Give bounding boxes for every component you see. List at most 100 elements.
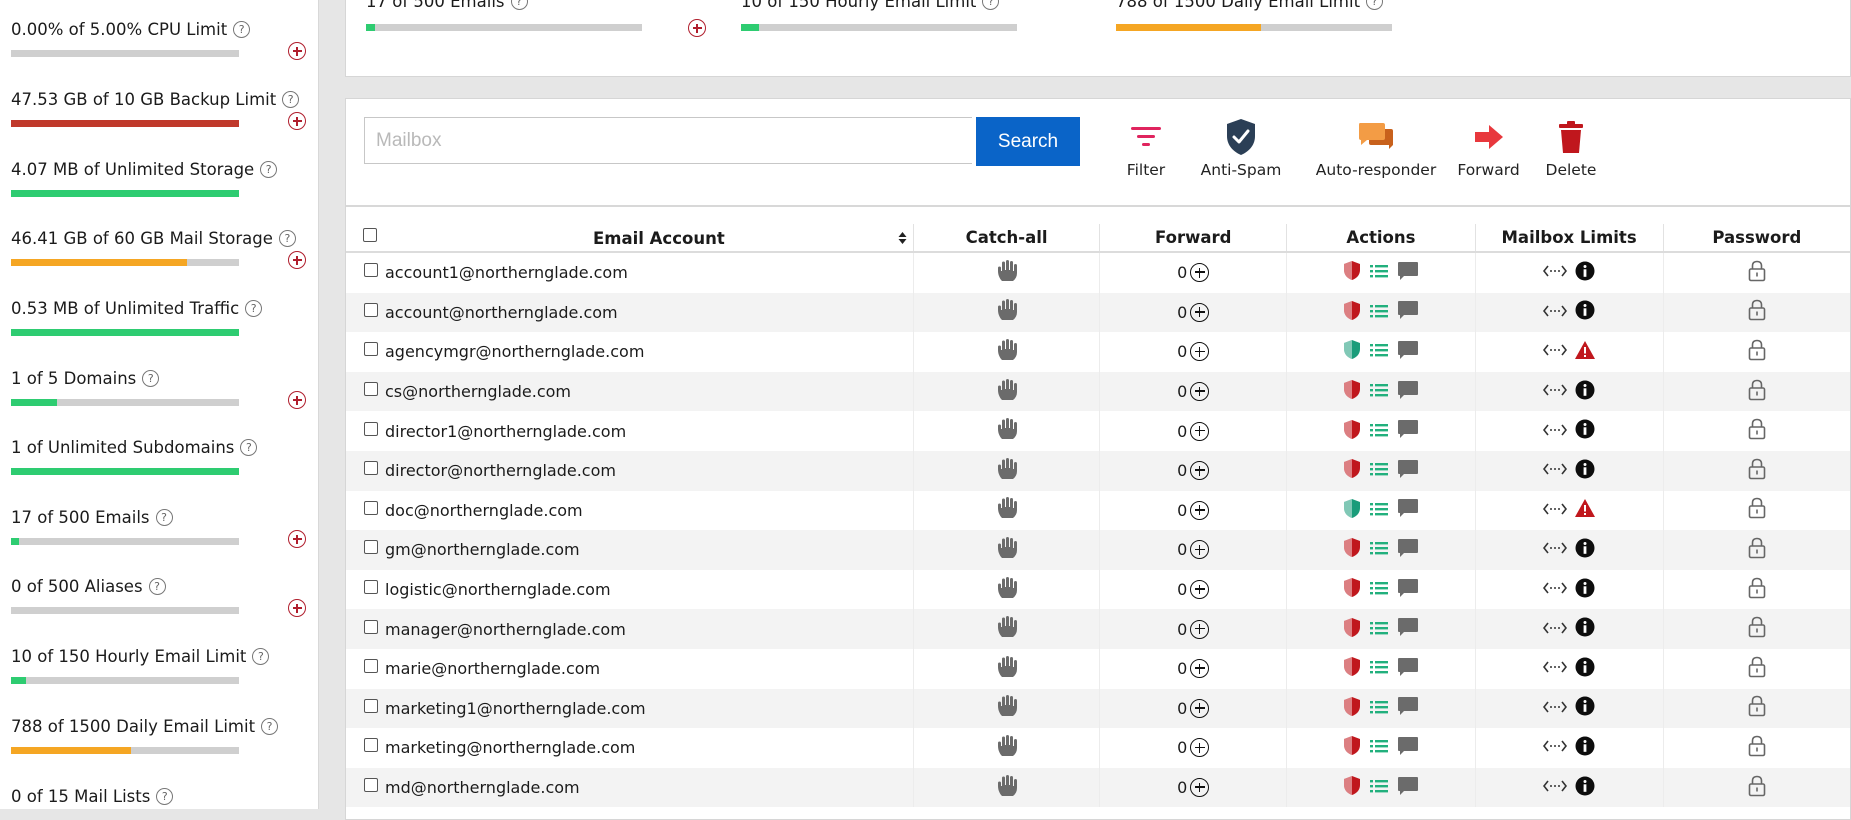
help-icon[interactable]: ? bbox=[156, 788, 174, 805]
table-row[interactable]: marketing@northernglade.com 0 bbox=[346, 728, 1850, 768]
list-icon[interactable] bbox=[1370, 422, 1389, 441]
arrows-icon[interactable] bbox=[1543, 699, 1568, 718]
delete-button[interactable]: Delete bbox=[1536, 119, 1606, 179]
shield-icon[interactable] bbox=[1343, 300, 1361, 325]
hand-icon[interactable] bbox=[996, 615, 1018, 643]
arrows-icon[interactable] bbox=[1543, 659, 1568, 678]
row-checkbox[interactable] bbox=[364, 263, 378, 278]
info-icon[interactable] bbox=[1575, 696, 1595, 720]
comment-icon[interactable] bbox=[1397, 696, 1419, 720]
help-icon[interactable]: ? bbox=[982, 0, 1000, 10]
hand-icon[interactable] bbox=[996, 655, 1018, 683]
row-checkbox[interactable] bbox=[364, 302, 378, 317]
email-address[interactable]: director@northernglade.com bbox=[385, 461, 616, 480]
help-icon[interactable]: ? bbox=[1366, 0, 1384, 10]
add-plus-icon[interactable] bbox=[288, 530, 306, 548]
list-icon[interactable] bbox=[1370, 501, 1389, 520]
shield-icon[interactable] bbox=[1343, 735, 1361, 760]
comment-icon[interactable] bbox=[1397, 380, 1419, 404]
row-checkbox[interactable] bbox=[364, 461, 378, 476]
shield-icon[interactable] bbox=[1343, 498, 1361, 523]
help-icon[interactable]: ? bbox=[233, 21, 251, 38]
hand-icon[interactable] bbox=[996, 259, 1018, 287]
list-icon[interactable] bbox=[1370, 699, 1389, 718]
shield-icon[interactable] bbox=[1343, 775, 1361, 800]
comment-icon[interactable] bbox=[1397, 459, 1419, 483]
hand-icon[interactable] bbox=[996, 298, 1018, 326]
lock-icon[interactable] bbox=[1748, 458, 1766, 484]
add-forward-icon[interactable] bbox=[1190, 461, 1210, 481]
add-forward-icon[interactable] bbox=[1190, 342, 1210, 362]
shield-icon[interactable] bbox=[1343, 458, 1361, 483]
table-row[interactable]: agencymgr@northernglade.com 0 bbox=[346, 332, 1850, 372]
email-address[interactable]: manager@northernglade.com bbox=[385, 620, 626, 639]
info-icon[interactable] bbox=[1575, 617, 1595, 641]
arrows-icon[interactable] bbox=[1543, 738, 1568, 757]
comment-icon[interactable] bbox=[1397, 498, 1419, 522]
help-icon[interactable]: ? bbox=[245, 300, 263, 317]
help-icon[interactable]: ? bbox=[240, 439, 258, 456]
filter-button[interactable]: Filter bbox=[1111, 119, 1181, 179]
email-address[interactable]: marketing@northernglade.com bbox=[385, 738, 635, 757]
add-plus-icon[interactable] bbox=[288, 251, 306, 269]
row-checkbox[interactable] bbox=[364, 738, 378, 753]
arrows-icon[interactable] bbox=[1543, 620, 1568, 639]
shield-icon[interactable] bbox=[1343, 339, 1361, 364]
row-checkbox[interactable] bbox=[364, 580, 378, 595]
shield-icon[interactable] bbox=[1343, 379, 1361, 404]
email-address[interactable]: logistic@northernglade.com bbox=[385, 580, 611, 599]
comment-icon[interactable] bbox=[1397, 657, 1419, 681]
comment-icon[interactable] bbox=[1397, 776, 1419, 800]
list-icon[interactable] bbox=[1370, 540, 1389, 559]
info-icon[interactable] bbox=[1575, 419, 1595, 443]
info-icon[interactable] bbox=[1575, 380, 1595, 404]
arrows-icon[interactable] bbox=[1543, 422, 1568, 441]
lock-icon[interactable] bbox=[1748, 735, 1766, 761]
info-icon[interactable] bbox=[1575, 538, 1595, 562]
arrows-icon[interactable] bbox=[1543, 461, 1568, 480]
list-icon[interactable] bbox=[1370, 461, 1389, 480]
row-checkbox[interactable] bbox=[364, 698, 378, 713]
help-icon[interactable]: ? bbox=[252, 648, 270, 665]
shield-icon[interactable] bbox=[1343, 577, 1361, 602]
table-row[interactable]: account1@northernglade.com 0 bbox=[346, 252, 1850, 293]
table-row[interactable]: director@northernglade.com 0 bbox=[346, 450, 1850, 491]
add-plus-icon[interactable] bbox=[288, 42, 306, 60]
email-address[interactable]: agencymgr@northernglade.com bbox=[385, 342, 644, 361]
hand-icon[interactable] bbox=[996, 576, 1018, 604]
help-icon[interactable]: ? bbox=[142, 370, 160, 387]
arrows-icon[interactable] bbox=[1543, 540, 1568, 559]
info-icon[interactable] bbox=[1575, 736, 1595, 760]
hand-icon[interactable] bbox=[996, 734, 1018, 762]
lock-icon[interactable] bbox=[1748, 775, 1766, 801]
add-plus-icon[interactable] bbox=[288, 112, 306, 130]
table-row[interactable]: manager@northernglade.com 0 bbox=[346, 609, 1850, 649]
arrows-icon[interactable] bbox=[1542, 501, 1567, 520]
table-row[interactable]: marketing1@northernglade.com 0 bbox=[346, 688, 1850, 729]
help-icon[interactable]: ? bbox=[282, 91, 300, 108]
table-row[interactable]: doc@northernglade.com 0 bbox=[346, 490, 1850, 531]
add-forward-icon[interactable] bbox=[1190, 659, 1210, 679]
shield-icon[interactable] bbox=[1343, 419, 1361, 444]
add-forward-icon[interactable] bbox=[1190, 619, 1210, 639]
help-icon[interactable]: ? bbox=[510, 0, 528, 10]
list-icon[interactable] bbox=[1370, 659, 1389, 678]
list-icon[interactable] bbox=[1370, 580, 1389, 599]
hand-icon[interactable] bbox=[996, 457, 1018, 485]
add-forward-icon[interactable] bbox=[1190, 263, 1210, 283]
list-icon[interactable] bbox=[1370, 342, 1389, 361]
arrows-icon[interactable] bbox=[1543, 303, 1568, 322]
comment-icon[interactable] bbox=[1397, 736, 1419, 760]
shield-icon[interactable] bbox=[1343, 656, 1361, 681]
add-forward-icon[interactable] bbox=[1190, 698, 1210, 718]
comment-icon[interactable] bbox=[1397, 617, 1419, 641]
shield-icon[interactable] bbox=[1343, 696, 1361, 721]
row-checkbox[interactable] bbox=[364, 659, 378, 674]
lock-icon[interactable] bbox=[1748, 497, 1766, 523]
add-forward-icon[interactable] bbox=[1190, 302, 1210, 322]
row-checkbox[interactable] bbox=[364, 500, 378, 515]
table-row[interactable]: director1@northernglade.com 0 bbox=[346, 411, 1850, 451]
comment-icon[interactable] bbox=[1397, 578, 1419, 602]
list-icon[interactable] bbox=[1370, 382, 1389, 401]
lock-icon[interactable] bbox=[1748, 577, 1766, 603]
